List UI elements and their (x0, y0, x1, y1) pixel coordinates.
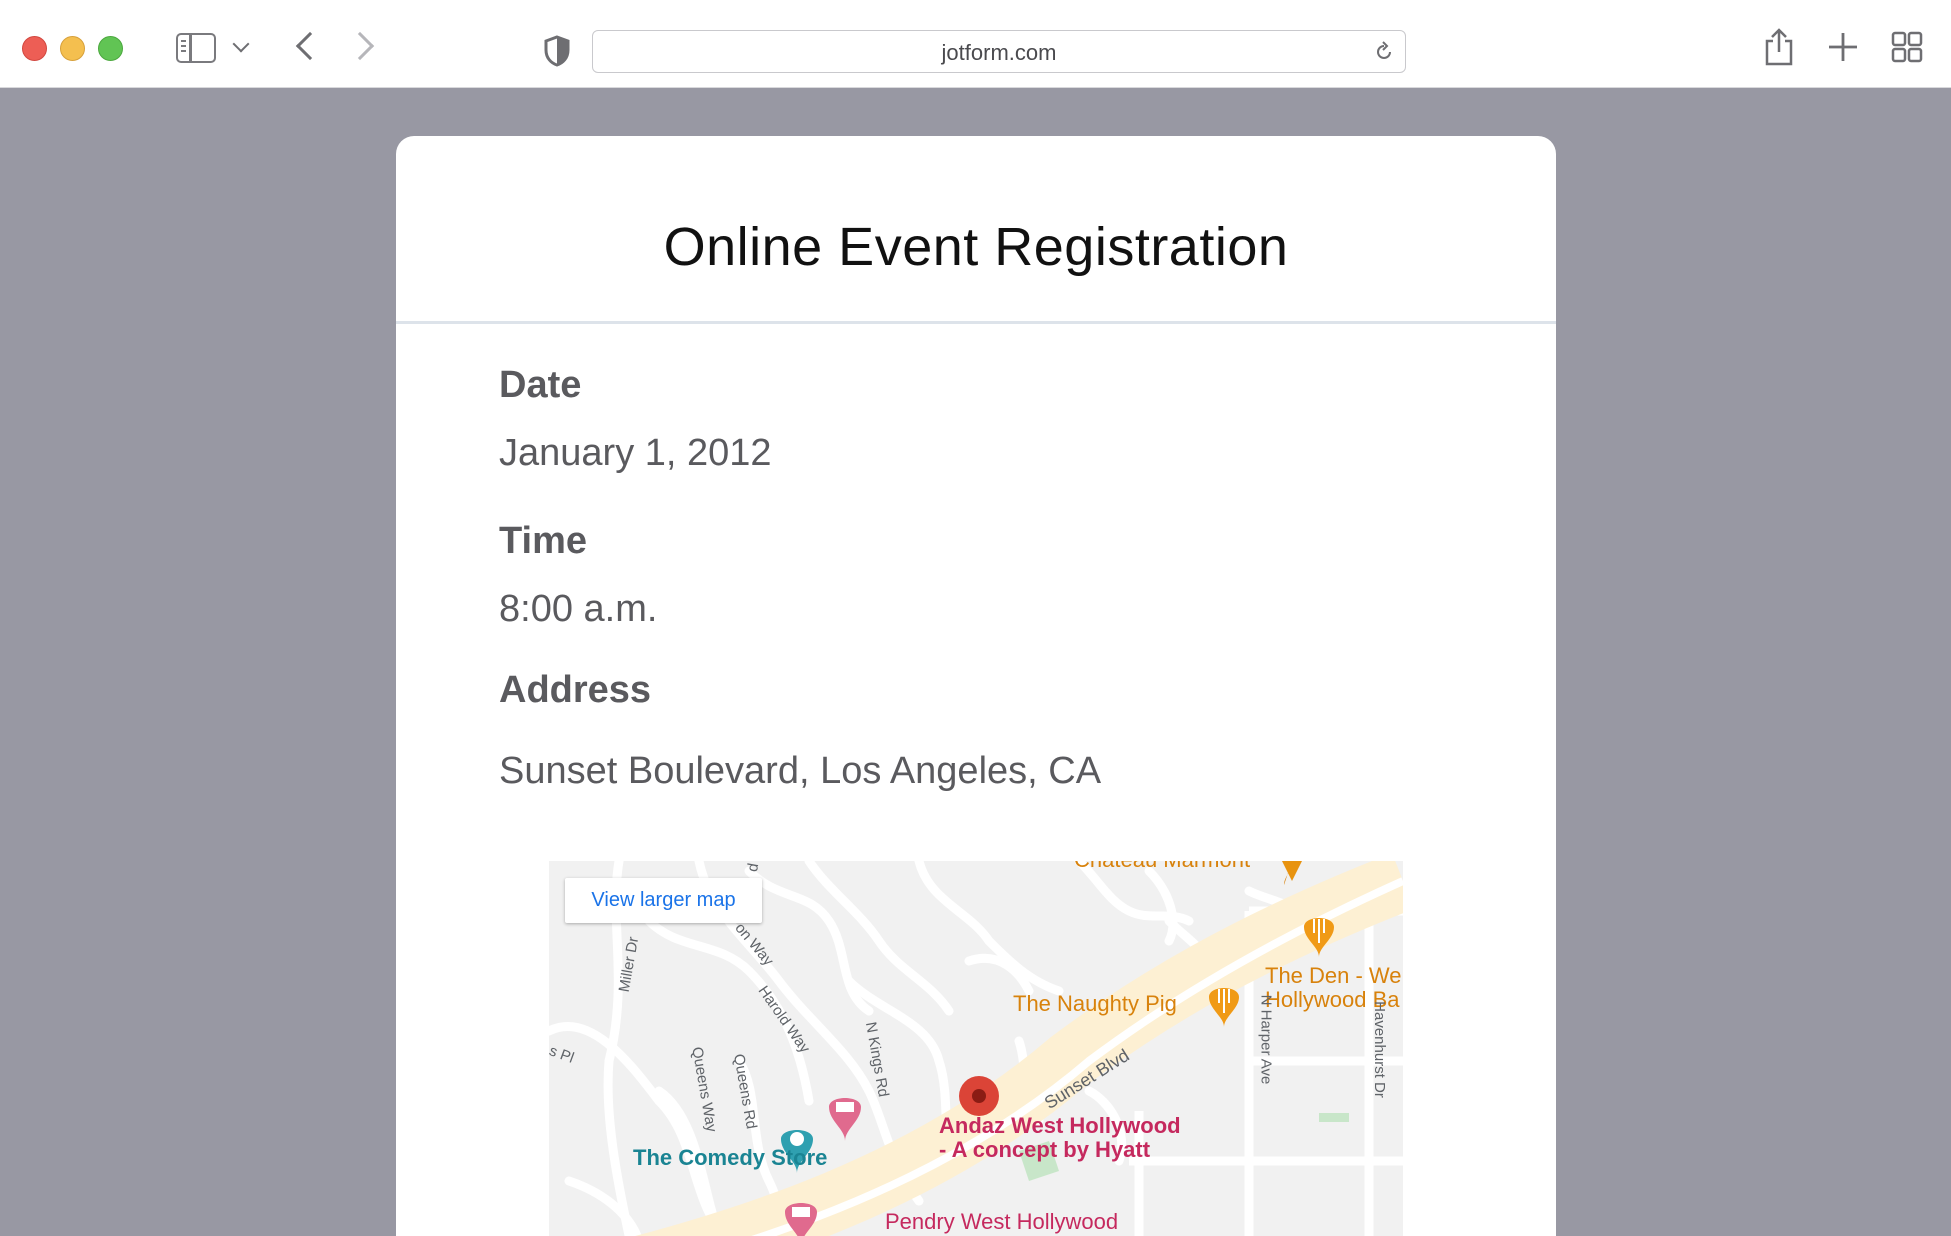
browser-toolbar: jotform.com (0, 0, 1951, 88)
address-value: Sunset Boulevard, Los Angeles, CA (499, 750, 1102, 792)
embedded-map[interactable]: View larger map Chateau Marmont The Den … (549, 861, 1403, 1236)
time-value: 8:00 a.m. (499, 588, 658, 630)
poi-the-den-line1[interactable]: The Den - We (1265, 963, 1402, 989)
back-button[interactable] (295, 31, 325, 61)
share-icon[interactable] (1762, 27, 1796, 67)
address-bar[interactable]: jotform.com (592, 30, 1406, 73)
sidebar-toggle-icon[interactable] (176, 33, 216, 63)
time-label: Time (499, 520, 588, 562)
date-value: January 1, 2012 (499, 432, 772, 474)
poi-naughty-pig[interactable]: The Naughty Pig (1013, 991, 1177, 1017)
form-title: Online Event Registration (663, 217, 1289, 277)
view-larger-map-link[interactable]: View larger map (565, 878, 762, 923)
road-n-harper-ave: N Harper Ave (1257, 994, 1275, 1085)
poi-andaz-line2[interactable]: - A concept by Hyatt (939, 1137, 1150, 1163)
new-tab-icon[interactable] (1826, 30, 1860, 64)
poi-pendry[interactable]: Pendry West Hollywood (885, 1209, 1118, 1235)
road-havenhurst-dr: Havenhurst Dr (1370, 1001, 1388, 1098)
reload-icon[interactable] (1373, 41, 1395, 63)
poi-andaz-line1[interactable]: Andaz West Hollywood (939, 1113, 1181, 1139)
poi-chateau-marmont[interactable]: Chateau Marmont (1074, 861, 1250, 873)
page-viewport: Online Event Registration Date January 1… (0, 88, 1951, 1236)
tab-overview-icon[interactable] (1890, 30, 1924, 64)
zoom-window-button[interactable] (98, 36, 123, 61)
date-label: Date (499, 364, 582, 406)
minimize-window-button[interactable] (60, 36, 85, 61)
forward-button[interactable] (345, 31, 375, 61)
chevron-down-icon[interactable] (232, 35, 250, 53)
close-window-button[interactable] (22, 36, 47, 61)
form-card: Online Event Registration Date January 1… (396, 136, 1556, 1236)
url-text: jotform.com (941, 40, 1057, 65)
address-label: Address (499, 669, 652, 711)
privacy-shield-icon[interactable] (543, 35, 571, 67)
poi-comedy-store[interactable]: The Comedy Store (633, 1145, 827, 1171)
